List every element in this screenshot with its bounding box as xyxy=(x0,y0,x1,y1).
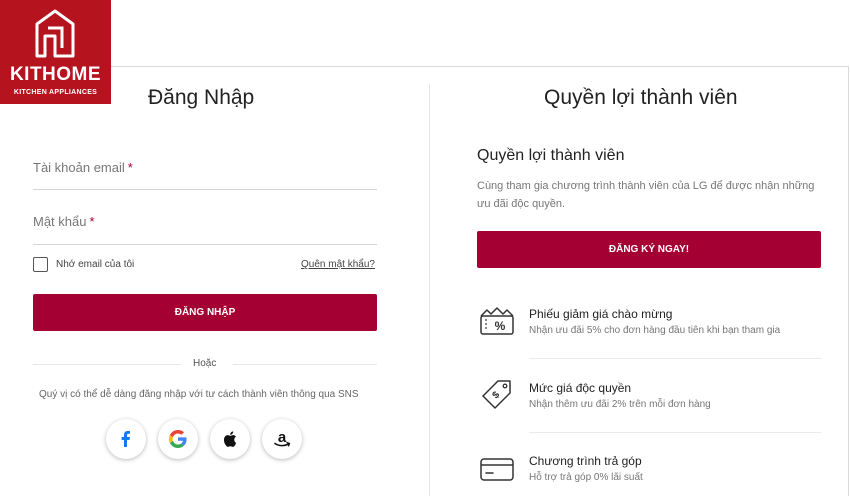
or-divider-right xyxy=(233,364,377,365)
logo-brand: KITHOME xyxy=(9,64,102,85)
kithome-logo[interactable]: KITHOME KITCHEN APPLIANCES xyxy=(0,0,111,104)
or-divider-left xyxy=(33,364,181,365)
benefits-subheading: Quyền lợi thành viên xyxy=(477,147,625,164)
password-label: Mật khẩu xyxy=(33,214,87,229)
required-mark: * xyxy=(89,214,95,229)
sns-description: Quý vị có thể dễ dàng đăng nhập với tư c… xyxy=(39,389,359,400)
email-field[interactable]: Tài khoản email * xyxy=(33,160,377,190)
remember-label[interactable]: Nhớ email của tôi xyxy=(56,259,134,270)
coupon-percent-icon: % xyxy=(479,306,515,341)
required-mark: * xyxy=(127,160,133,175)
google-login-button[interactable] xyxy=(158,419,198,459)
login-title: Đăng Nhập xyxy=(148,86,255,109)
google-icon xyxy=(169,430,187,448)
apple-icon xyxy=(223,431,237,447)
facebook-icon xyxy=(121,431,130,447)
benefits-description: Cùng tham gia chương trình thành viên củ… xyxy=(477,180,815,210)
benefit-desc: Hỗ trợ trả góp 0% lãi suất xyxy=(529,472,643,483)
benefit-title: Phiếu giảm giá chào mừng xyxy=(529,307,673,321)
svg-text:a: a xyxy=(278,429,287,446)
column-divider xyxy=(429,84,430,496)
register-button[interactable]: ĐĂNG KÝ NGAY! xyxy=(477,231,821,268)
benefit-separator xyxy=(529,358,821,359)
amazon-icon: a xyxy=(274,429,291,447)
amazon-login-button[interactable]: a xyxy=(262,419,302,459)
svg-text:%: % xyxy=(495,319,506,333)
benefit-desc: Nhận thêm ưu đãi 2% trên mỗi đơn hàng xyxy=(529,399,711,410)
benefit-desc: Nhận ưu đãi 5% cho đơn hàng đầu tiên khi… xyxy=(529,325,781,336)
remember-checkbox[interactable] xyxy=(33,257,48,272)
benefit-title: Chương trình trả góp xyxy=(529,454,642,468)
price-tag-icon: $ xyxy=(479,379,515,414)
benefits-heading: Quyền lợi thành viên xyxy=(544,86,738,109)
email-label: Tài khoản email xyxy=(33,160,125,175)
facebook-login-button[interactable] xyxy=(106,419,146,459)
login-button[interactable]: ĐĂNG NHẬP xyxy=(33,294,377,331)
apple-login-button[interactable] xyxy=(210,419,250,459)
credit-card-icon xyxy=(479,457,515,488)
forgot-password-link[interactable]: Quên mật khẩu? xyxy=(301,259,375,270)
or-label: Hoặc xyxy=(193,358,217,369)
benefit-title: Mức giá độc quyền xyxy=(529,381,632,395)
house-logo-icon xyxy=(35,9,75,58)
logo-tagline: KITCHEN APPLIANCES xyxy=(13,89,98,96)
svg-text:$: $ xyxy=(490,389,502,401)
benefit-separator xyxy=(529,432,821,433)
password-field[interactable]: Mật khẩu * xyxy=(33,214,377,245)
